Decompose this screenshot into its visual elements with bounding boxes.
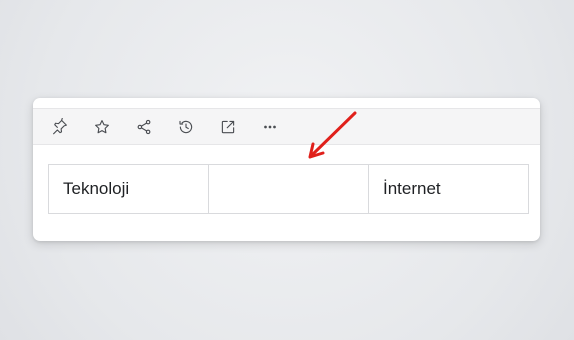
data-table: Teknoloji İnternet bbox=[48, 164, 529, 214]
open-external-icon bbox=[221, 120, 235, 134]
more-button[interactable] bbox=[260, 117, 280, 137]
open-external-button[interactable] bbox=[218, 117, 238, 137]
pin-icon bbox=[53, 118, 67, 135]
history-icon bbox=[179, 120, 193, 134]
favorite-button[interactable] bbox=[92, 117, 112, 137]
more-icon bbox=[264, 125, 276, 129]
table-cell[interactable]: İnternet bbox=[368, 164, 529, 214]
embed-card: Teknoloji İnternet bbox=[33, 98, 540, 241]
table-cell[interactable]: Teknoloji bbox=[48, 164, 209, 214]
share-icon bbox=[137, 119, 151, 135]
table-row: Teknoloji İnternet bbox=[48, 164, 529, 214]
star-icon bbox=[95, 120, 109, 134]
toolbar bbox=[33, 108, 540, 145]
history-button[interactable] bbox=[176, 117, 196, 137]
pin-button[interactable] bbox=[50, 117, 70, 137]
share-button[interactable] bbox=[134, 117, 154, 137]
table-cell-empty[interactable] bbox=[208, 164, 369, 214]
